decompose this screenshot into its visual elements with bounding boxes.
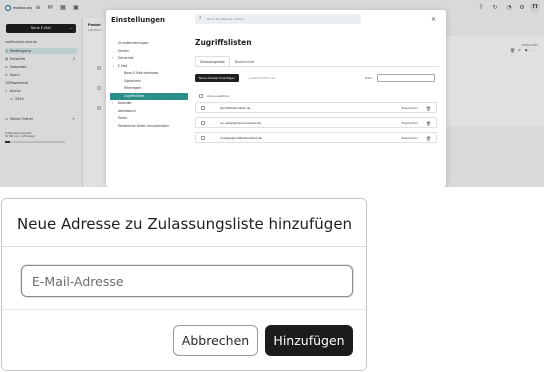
tab-divider bbox=[195, 66, 439, 67]
row-checkbox[interactable] bbox=[201, 106, 205, 111]
address-row: no-reply@mail.ecobiquo.de Bearbeiten 🗑 bbox=[195, 117, 437, 128]
settings-nav-label: Filterregeln bbox=[124, 86, 142, 90]
background-app-screenshot: mailbox.org ≡ ✉ ▦ ▣ ? ↻ ◔ ⚙ TT Neue E-Ma… bbox=[0, 0, 544, 187]
settings-nav-label: Persönliche Daten herunterladen bbox=[118, 123, 170, 128]
settings-search-input[interactable]: ⌕ Nach Einstellung suchen bbox=[195, 14, 361, 24]
settings-nav-label: Grundeinstellungen bbox=[118, 41, 149, 45]
edit-button[interactable]: Bearbeiten bbox=[402, 133, 418, 144]
row-checkbox[interactable] bbox=[201, 136, 205, 141]
chevron-right-icon: › bbox=[112, 101, 114, 105]
trash-icon[interactable]: 🗑 bbox=[426, 118, 431, 129]
settings-nav-item[interactable]: › Sicherheit bbox=[110, 55, 188, 63]
add-address-button[interactable]: Neue Adresse hinzufügen bbox=[195, 74, 239, 82]
tab-allowlist[interactable]: Zulassungsliste bbox=[195, 56, 230, 66]
settings-nav-item[interactable]: Adressbuch bbox=[110, 108, 188, 116]
search-icon: ⌕ bbox=[199, 16, 202, 21]
chevron-down-icon: ⌄ bbox=[112, 63, 115, 68]
select-all-label: Alle auswählen bbox=[207, 94, 230, 98]
remove-selection-button[interactable]: Auswahl entfernen bbox=[249, 74, 275, 82]
settings-nav-item[interactable]: Neue E-Mail verfassen bbox=[110, 70, 188, 78]
access-lists-pane: Zugriffslisten Zulassungsliste Blockierl… bbox=[195, 38, 439, 143]
dialog-footer-divider bbox=[2, 309, 366, 310]
address-row: @notificationtest.de Bearbeiten 🗑 bbox=[195, 102, 437, 113]
settings-nav-label: Konten bbox=[118, 48, 129, 53]
settings-nav: Grundeinstellungen Konten › Sicherheit ⌄ E-Ma… bbox=[110, 40, 188, 130]
edit-button[interactable]: Bearbeiten bbox=[402, 118, 418, 129]
settings-nav-label: Zugriffslisten bbox=[124, 93, 145, 98]
settings-dialog: Einstellungen ⌕ Nach Einstellung suchen … bbox=[106, 10, 446, 187]
dialog-header-divider bbox=[2, 246, 366, 247]
address-text: no-reply@mail.ecobiquo.de bbox=[220, 121, 262, 125]
chevron-right-icon: › bbox=[112, 56, 114, 60]
filter-input[interactable] bbox=[377, 74, 435, 82]
filter-label: Filter: bbox=[365, 76, 373, 80]
settings-nav-label: Neue E-Mail verfassen bbox=[124, 71, 159, 75]
address-text: @notificationtest.de bbox=[220, 106, 251, 110]
add-button[interactable]: Hinzufügen bbox=[265, 325, 353, 356]
settings-nav-label: Portal bbox=[118, 116, 127, 120]
trash-icon[interactable]: 🗑 bbox=[426, 133, 431, 144]
access-list-tabs: Zulassungsliste Blockierliste bbox=[195, 56, 260, 66]
trash-icon[interactable]: 🗑 bbox=[426, 103, 431, 114]
settings-nav-label: Adressbuch bbox=[118, 108, 136, 113]
settings-nav-item[interactable]: Filterregeln bbox=[110, 85, 188, 93]
settings-nav-item[interactable]: Zugriffslisten bbox=[110, 92, 188, 100]
settings-search-placeholder: Nach Einstellung suchen bbox=[207, 17, 244, 21]
address-row: noreply@notificationtest.de Bearbeiten 🗑 bbox=[195, 132, 437, 143]
tab-blocklist[interactable]: Blockierliste bbox=[229, 56, 260, 66]
settings-nav-label: Sicherheit bbox=[118, 56, 134, 60]
cancel-button[interactable]: Abbrechen bbox=[173, 325, 258, 356]
settings-nav-item[interactable]: Persönliche Daten herunterladen bbox=[110, 123, 188, 131]
close-icon[interactable]: ✕ bbox=[431, 16, 436, 23]
settings-title: Einstellungen bbox=[111, 16, 165, 24]
select-all-checkbox[interactable] bbox=[199, 94, 203, 98]
pane-title: Zugriffslisten bbox=[195, 38, 252, 47]
dialog-title: Neue Adresse zu Zulassungsliste hinzufüg… bbox=[17, 215, 353, 233]
settings-nav-item[interactable]: › Kalender bbox=[110, 100, 188, 108]
settings-nav-item[interactable]: ⌄ E-Mail bbox=[110, 63, 188, 71]
edit-button[interactable]: Bearbeiten bbox=[402, 103, 418, 114]
select-all[interactable]: Alle auswählen bbox=[199, 94, 230, 98]
settings-nav-item[interactable]: Grundeinstellungen bbox=[110, 40, 188, 48]
settings-nav-item[interactable]: Konten bbox=[110, 48, 188, 56]
settings-nav-label: Signaturen bbox=[124, 78, 141, 83]
row-checkbox[interactable] bbox=[201, 121, 205, 126]
settings-nav-item[interactable]: Signaturen bbox=[110, 78, 188, 86]
address-text: noreply@notificationtest.de bbox=[220, 136, 262, 140]
add-address-dialog: Neue Adresse zu Zulassungsliste hinzufüg… bbox=[1, 198, 367, 371]
settings-nav-label: E-Mail bbox=[118, 63, 128, 68]
email-address-input[interactable] bbox=[21, 265, 353, 297]
settings-nav-item[interactable]: Portal bbox=[110, 115, 188, 123]
settings-nav-label: Kalender bbox=[118, 101, 132, 105]
